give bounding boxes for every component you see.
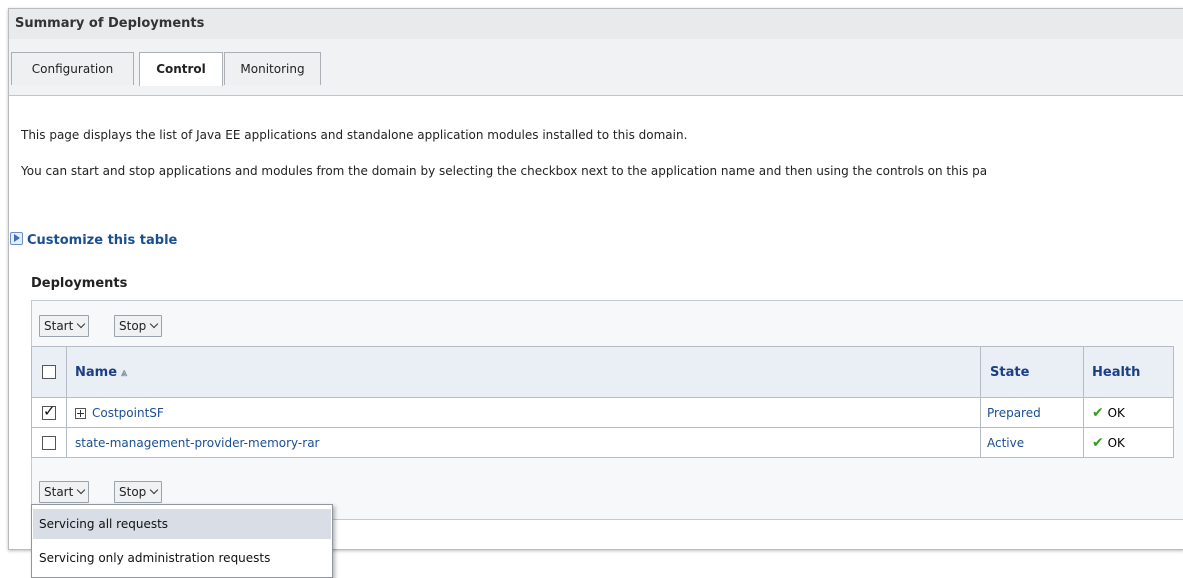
chevron-down-icon [77,485,86,495]
tab-control[interactable]: Control [139,52,223,86]
health-column-header[interactable]: Health [1083,346,1174,398]
chevron-down-icon [77,319,86,329]
description-line-2: You can start and stop applications and … [21,164,988,178]
name-cell: state-management-provider-memory-rar [66,427,981,458]
start-button-top[interactable]: Start [39,315,90,337]
chevron-down-icon [150,319,159,329]
state-cell: Prepared [980,397,1084,428]
start-dropdown-menu: Servicing all requests Servicing only ad… [31,504,333,578]
health-value: OK [1107,405,1125,420]
menu-item-servicing-all[interactable]: Servicing all requests [33,509,331,539]
expand-triangle-icon [10,232,23,245]
start-label: Start [44,319,74,333]
health-value: OK [1107,435,1125,450]
panel-title: Summary of Deployments [9,9,1183,40]
row-checkbox[interactable] [42,435,56,450]
row-select-cell [31,427,67,458]
health-cell: ✔ OK [1083,397,1174,428]
ok-check-icon: ✔ [1092,434,1104,451]
ok-check-icon: ✔ [1092,404,1104,421]
name-column-header[interactable]: Name ⩓ [66,346,981,398]
deployments-table: Name⩓ State Health CostpointSF Prepared … [31,346,1174,458]
table-row: state-management-provider-memory-rar Act… [31,427,1174,458]
description-line-1: This page displays the list of Java EE a… [21,128,688,142]
expand-plus-icon[interactable] [75,407,86,419]
deployments-section-title: Deployments [31,276,128,291]
select-all-cell [31,346,67,398]
start-button-bottom[interactable]: Start [39,481,90,503]
deployment-name-link[interactable]: CostpointSF [92,406,164,420]
menu-item-servicing-admin[interactable]: Servicing only administration requests [33,543,331,573]
state-link[interactable]: Prepared [987,406,1041,420]
table-row: CostpointSF Prepared ✔ OK [31,397,1174,428]
state-header-label: State [990,364,1030,380]
name-header-label: Name [75,364,118,380]
state-link[interactable]: Active [987,436,1024,450]
state-column-header[interactable]: State [980,346,1084,398]
customize-table-label: Customize this table [27,233,178,248]
stop-button-top[interactable]: Stop [114,315,163,337]
table-header-row: Name ⩓ State Health [31,346,1174,398]
tab-bar: Configuration Control Monitoring [9,39,1183,96]
health-cell: ✔ OK [1083,427,1174,458]
name-cell: CostpointSF [66,397,981,428]
health-header-label: Health [1092,364,1141,380]
state-cell: Active [980,427,1084,458]
stop-label: Stop [119,485,147,499]
tab-configuration[interactable]: Configuration [11,52,134,85]
sort-ascending-icon[interactable]: ⩓ [121,366,127,379]
customize-table-link[interactable]: Customize this table [10,232,177,248]
start-label: Start [44,485,74,499]
row-select-cell [31,397,67,428]
tab-monitoring[interactable]: Monitoring [224,52,321,85]
select-all-checkbox[interactable] [42,365,56,379]
row-checkbox[interactable] [42,402,56,420]
chevron-down-icon [150,485,159,495]
deployment-name-link[interactable]: state-management-provider-memory-rar [75,436,319,450]
stop-label: Stop [119,319,147,333]
stop-button-bottom[interactable]: Stop [114,481,163,503]
